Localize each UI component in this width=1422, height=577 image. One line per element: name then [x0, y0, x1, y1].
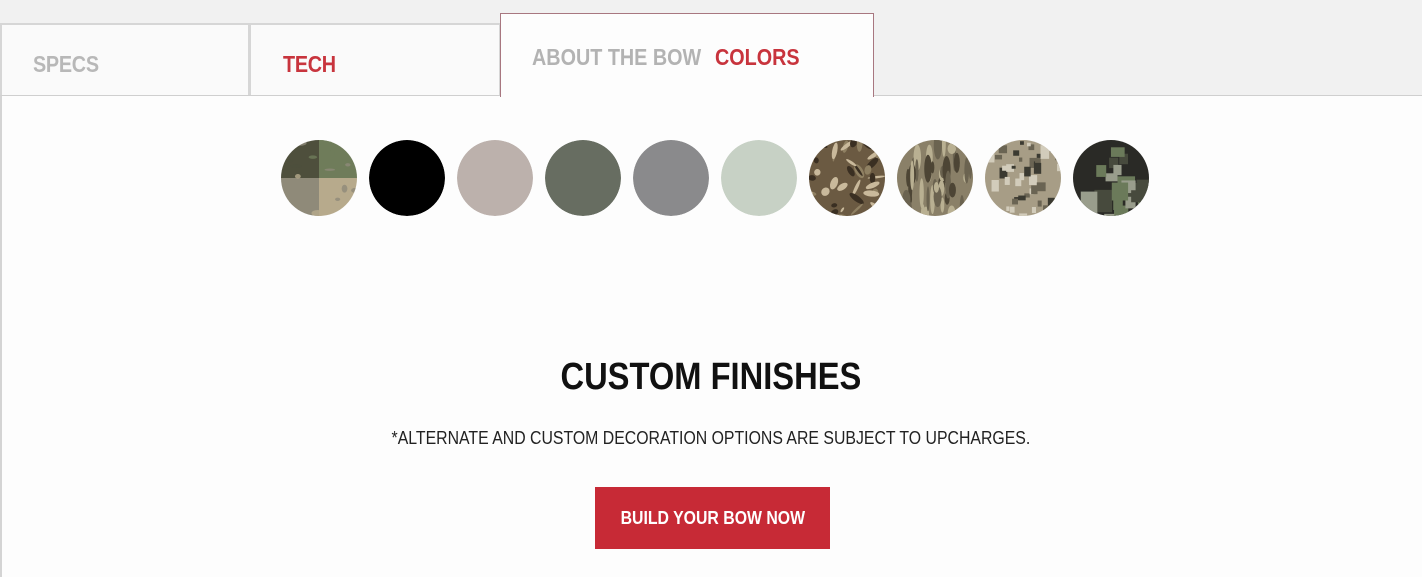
tab-about-label[interactable]: ABOUT THE BOW: [532, 44, 701, 71]
tab-about-the-bow[interactable]: ABOUT THE BOW COLORS: [500, 13, 874, 97]
heading-text: CUSTOM FINISHES: [560, 356, 862, 398]
tab-tech-label: TECH: [283, 51, 336, 77]
color-swatch-olive-gray[interactable]: [545, 140, 621, 216]
tab-colors-label[interactable]: COLORS: [715, 44, 800, 71]
color-swatch-multi-finish[interactable]: [281, 140, 357, 216]
color-swatch-realtree-camo[interactable]: [809, 140, 885, 216]
color-swatch-digital-camo[interactable]: [985, 140, 1061, 216]
color-swatch-list: [281, 140, 1149, 216]
build-your-bow-button[interactable]: BUILD YOUR BOW NOW: [595, 487, 830, 549]
build-your-bow-label: BUILD YOUR BOW NOW: [620, 508, 805, 528]
tab-tech[interactable]: TECH: [249, 23, 501, 95]
color-swatch-taupe[interactable]: [457, 140, 533, 216]
upcharge-note-text: *ALTERNATE AND CUSTOM DECORATION OPTIONS…: [391, 428, 1031, 448]
page: SPECS TECH ABOUT THE BOW COLORS CUSTOM F…: [0, 0, 1422, 577]
upcharge-note: *ALTERNATE AND CUSTOM DECORATION OPTIONS…: [0, 428, 1422, 449]
color-swatch-kuiu-camo[interactable]: [1073, 140, 1149, 216]
tab-specs-label: SPECS: [33, 51, 99, 77]
color-swatch-bottomland-camo[interactable]: [897, 140, 973, 216]
custom-finishes-heading: CUSTOM FINISHES: [0, 356, 1422, 399]
color-swatch-gray[interactable]: [633, 140, 709, 216]
tab-specs[interactable]: SPECS: [0, 23, 250, 95]
color-swatch-sage[interactable]: [721, 140, 797, 216]
color-swatch-black[interactable]: [369, 140, 445, 216]
